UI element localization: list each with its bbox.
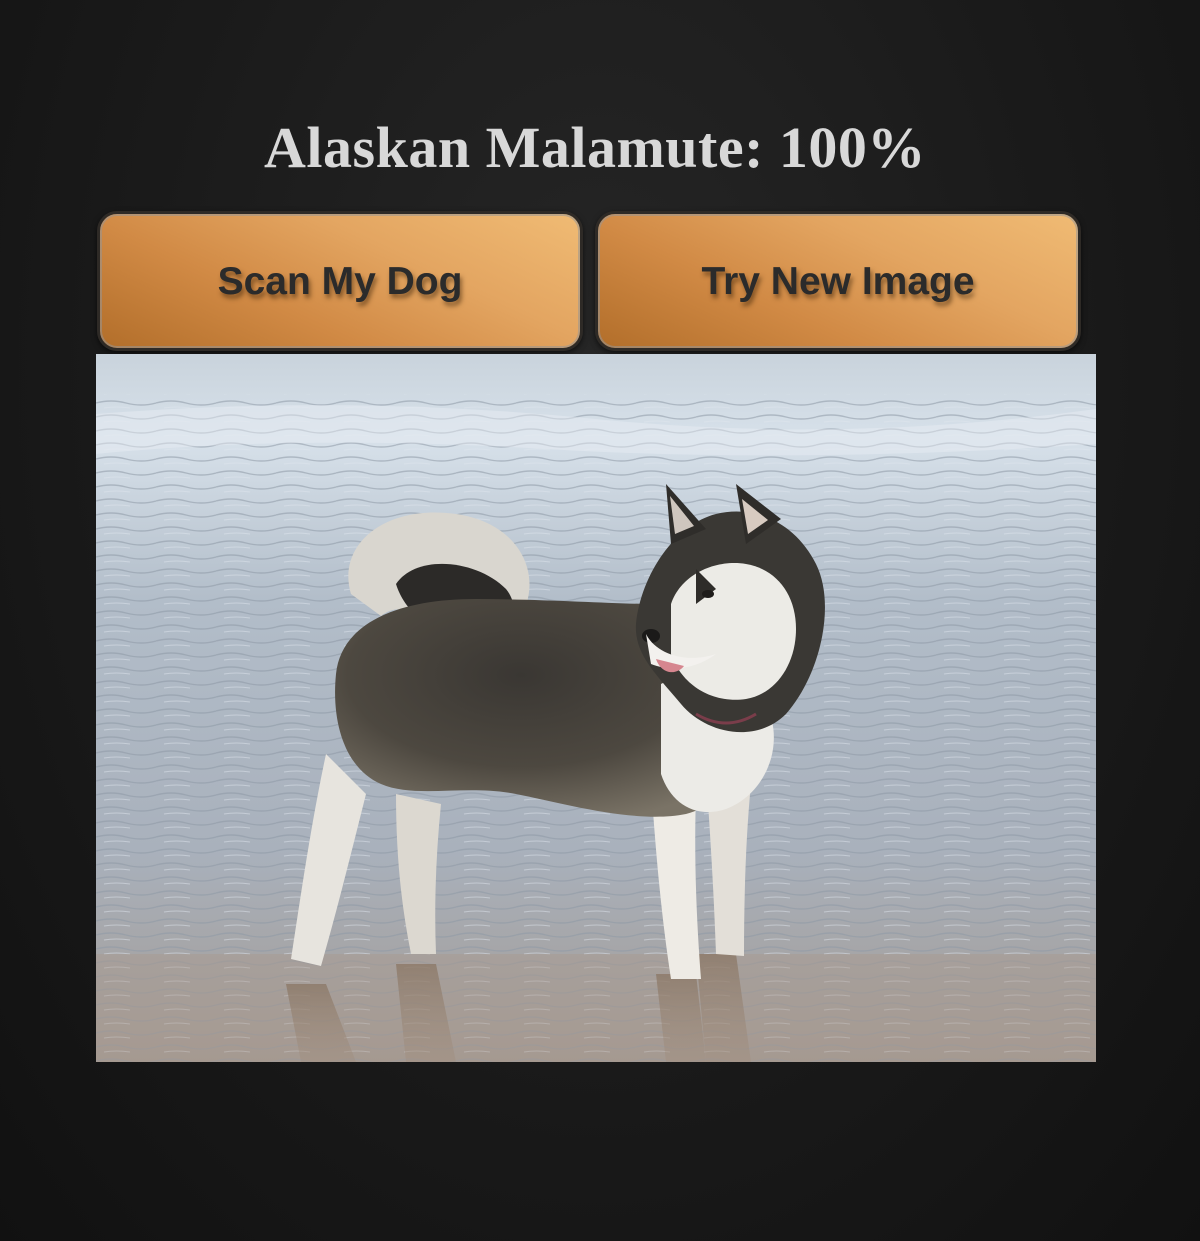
prediction-result-heading: Alaskan Malamute: 100% (264, 115, 926, 180)
try-new-image-button[interactable]: Try New Image (595, 211, 1081, 351)
scan-my-dog-button-label: Scan My Dog (217, 260, 463, 303)
dog-photo-illustration (96, 354, 1096, 1062)
scan-my-dog-button[interactable]: Scan My Dog (97, 211, 583, 351)
try-new-image-button-label: Try New Image (701, 260, 975, 303)
dog-photo (96, 354, 1096, 1062)
